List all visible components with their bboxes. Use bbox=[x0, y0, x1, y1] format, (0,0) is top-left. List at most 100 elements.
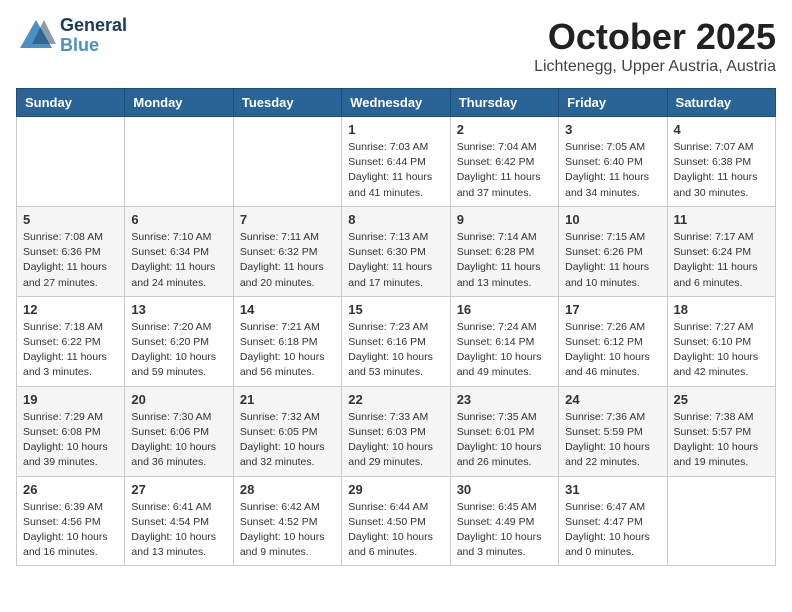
day-number: 1 bbox=[348, 122, 443, 137]
day-info: Sunrise: 7:18 AM Sunset: 6:22 PM Dayligh… bbox=[23, 320, 118, 381]
day-number: 7 bbox=[240, 212, 335, 227]
day-info: Sunrise: 7:35 AM Sunset: 6:01 PM Dayligh… bbox=[457, 410, 552, 471]
day-info: Sunrise: 7:26 AM Sunset: 6:12 PM Dayligh… bbox=[565, 320, 660, 381]
day-info: Sunrise: 7:10 AM Sunset: 6:34 PM Dayligh… bbox=[131, 230, 226, 291]
day-info: Sunrise: 6:45 AM Sunset: 4:49 PM Dayligh… bbox=[457, 500, 552, 561]
day-info: Sunrise: 7:30 AM Sunset: 6:06 PM Dayligh… bbox=[131, 410, 226, 471]
calendar-week-2: 5Sunrise: 7:08 AM Sunset: 6:36 PM Daylig… bbox=[17, 206, 776, 296]
day-info: Sunrise: 7:13 AM Sunset: 6:30 PM Dayligh… bbox=[348, 230, 443, 291]
day-info: Sunrise: 7:15 AM Sunset: 6:26 PM Dayligh… bbox=[565, 230, 660, 291]
day-info: Sunrise: 7:33 AM Sunset: 6:03 PM Dayligh… bbox=[348, 410, 443, 471]
day-number: 19 bbox=[23, 392, 118, 407]
weekday-header-thursday: Thursday bbox=[450, 89, 558, 117]
calendar-cell: 14Sunrise: 7:21 AM Sunset: 6:18 PM Dayli… bbox=[233, 296, 341, 386]
day-number: 15 bbox=[348, 302, 443, 317]
calendar-cell: 8 Sunrise: 7:13 AM Sunset: 6:30 PM Daylig… bbox=[342, 206, 450, 296]
day-info: Sunrise: 7:17 AM Sunset: 6:24 PM Dayligh… bbox=[674, 230, 769, 291]
day-number: 16 bbox=[457, 302, 552, 317]
calendar-cell: 18 Sunrise: 7:27 AM Sunset: 6:10 PM Dayli… bbox=[667, 296, 775, 386]
day-number: 17 bbox=[565, 302, 660, 317]
day-number: 23 bbox=[457, 392, 552, 407]
day-info: Sunrise: 7:24 AM Sunset: 6:14 PM Dayligh… bbox=[457, 320, 552, 381]
day-info: Sunrise: 6:44 AM Sunset: 4:50 PM Dayligh… bbox=[348, 500, 443, 561]
day-info: Sunrise: 6:42 AM Sunset: 4:52 PM Dayligh… bbox=[240, 500, 335, 561]
calendar-cell: 30 Sunrise: 6:45 AM Sunset: 4:49 PM Dayli… bbox=[450, 476, 558, 566]
calendar-cell: 6 Sunrise: 7:10 AM Sunset: 6:34 PM Daylig… bbox=[125, 206, 233, 296]
calendar-cell: 7 Sunrise: 7:11 AM Sunset: 6:32 PM Daylig… bbox=[233, 206, 341, 296]
day-info: Sunrise: 7:05 AM Sunset: 6:40 PM Dayligh… bbox=[565, 140, 660, 201]
calendar-cell: 11 Sunrise: 7:17 AM Sunset: 6:24 PM Dayli… bbox=[667, 206, 775, 296]
day-info: Sunrise: 7:14 AM Sunset: 6:28 PM Dayligh… bbox=[457, 230, 552, 291]
calendar-cell bbox=[233, 117, 341, 207]
weekday-header-wednesday: Wednesday bbox=[342, 89, 450, 117]
calendar-cell: 4 Sunrise: 7:07 AM Sunset: 6:38 PM Daylig… bbox=[667, 117, 775, 207]
day-info: Sunrise: 6:39 AM Sunset: 4:56 PM Dayligh… bbox=[23, 500, 118, 561]
day-number: 8 bbox=[348, 212, 443, 227]
calendar-cell: 25 Sunrise: 7:38 AM Sunset: 5:57 PM Dayli… bbox=[667, 386, 775, 476]
weekday-header-sunday: Sunday bbox=[17, 89, 125, 117]
day-number: 28 bbox=[240, 482, 335, 497]
calendar-cell bbox=[17, 117, 125, 207]
day-number: 4 bbox=[674, 122, 769, 137]
calendar-cell: 16 Sunrise: 7:24 AM Sunset: 6:14 PM Dayli… bbox=[450, 296, 558, 386]
day-number: 18 bbox=[674, 302, 769, 317]
day-info: Sunrise: 7:27 AM Sunset: 6:10 PM Dayligh… bbox=[674, 320, 769, 381]
calendar-cell: 15Sunrise: 7:23 AM Sunset: 6:16 PM Dayli… bbox=[342, 296, 450, 386]
calendar-week-5: 26 Sunrise: 6:39 AM Sunset: 4:56 PM Dayli… bbox=[17, 476, 776, 566]
weekday-header-tuesday: Tuesday bbox=[233, 89, 341, 117]
day-number: 30 bbox=[457, 482, 552, 497]
month-title: October 2025 bbox=[534, 16, 776, 58]
calendar-cell: 23 Sunrise: 7:35 AM Sunset: 6:01 PM Dayli… bbox=[450, 386, 558, 476]
calendar-cell: 20 Sunrise: 7:30 AM Sunset: 6:06 PM Dayli… bbox=[125, 386, 233, 476]
title-area: October 2025 Lichtenegg, Upper Austria, … bbox=[534, 16, 776, 76]
day-info: Sunrise: 7:38 AM Sunset: 5:57 PM Dayligh… bbox=[674, 410, 769, 471]
weekday-header-saturday: Saturday bbox=[667, 89, 775, 117]
calendar-week-4: 19Sunrise: 7:29 AM Sunset: 6:08 PM Dayli… bbox=[17, 386, 776, 476]
day-number: 9 bbox=[457, 212, 552, 227]
calendar-body: 1Sunrise: 7:03 AM Sunset: 6:44 PM Daylig… bbox=[17, 117, 776, 566]
calendar-cell: 21Sunrise: 7:32 AM Sunset: 6:05 PM Dayli… bbox=[233, 386, 341, 476]
calendar-cell: 31Sunrise: 6:47 AM Sunset: 4:47 PM Dayli… bbox=[559, 476, 667, 566]
day-number: 20 bbox=[131, 392, 226, 407]
day-info: Sunrise: 7:36 AM Sunset: 5:59 PM Dayligh… bbox=[565, 410, 660, 471]
day-number: 31 bbox=[565, 482, 660, 497]
location-title: Lichtenegg, Upper Austria, Austria bbox=[534, 58, 776, 76]
day-number: 25 bbox=[674, 392, 769, 407]
day-number: 3 bbox=[565, 122, 660, 137]
calendar-cell bbox=[125, 117, 233, 207]
page-header: General Blue October 2025 Lichtenegg, Up… bbox=[16, 16, 776, 76]
day-number: 22 bbox=[348, 392, 443, 407]
calendar-week-3: 12Sunrise: 7:18 AM Sunset: 6:22 PM Dayli… bbox=[17, 296, 776, 386]
day-info: Sunrise: 7:11 AM Sunset: 6:32 PM Dayligh… bbox=[240, 230, 335, 291]
calendar-cell: 2Sunrise: 7:04 AM Sunset: 6:42 PM Daylig… bbox=[450, 117, 558, 207]
day-number: 14 bbox=[240, 302, 335, 317]
calendar-cell: 19Sunrise: 7:29 AM Sunset: 6:08 PM Dayli… bbox=[17, 386, 125, 476]
day-info: Sunrise: 7:07 AM Sunset: 6:38 PM Dayligh… bbox=[674, 140, 769, 201]
day-number: 29 bbox=[348, 482, 443, 497]
calendar-header-row: SundayMondayTuesdayWednesdayThursdayFrid… bbox=[17, 89, 776, 117]
logo-blue: Blue bbox=[60, 36, 127, 56]
day-number: 6 bbox=[131, 212, 226, 227]
calendar-cell: 13Sunrise: 7:20 AM Sunset: 6:20 PM Dayli… bbox=[125, 296, 233, 386]
logo: General Blue bbox=[16, 16, 127, 56]
calendar-cell: 10 Sunrise: 7:15 AM Sunset: 6:26 PM Dayli… bbox=[559, 206, 667, 296]
day-number: 24 bbox=[565, 392, 660, 407]
day-info: Sunrise: 7:04 AM Sunset: 6:42 PM Dayligh… bbox=[457, 140, 552, 201]
weekday-header-friday: Friday bbox=[559, 89, 667, 117]
calendar-cell bbox=[667, 476, 775, 566]
calendar-cell: 26 Sunrise: 6:39 AM Sunset: 4:56 PM Dayli… bbox=[17, 476, 125, 566]
day-number: 11 bbox=[674, 212, 769, 227]
calendar-cell: 24 Sunrise: 7:36 AM Sunset: 5:59 PM Dayli… bbox=[559, 386, 667, 476]
logo-text: General Blue bbox=[60, 16, 127, 56]
calendar-cell: 27 Sunrise: 6:41 AM Sunset: 4:54 PM Dayli… bbox=[125, 476, 233, 566]
day-number: 10 bbox=[565, 212, 660, 227]
calendar-cell: 1Sunrise: 7:03 AM Sunset: 6:44 PM Daylig… bbox=[342, 117, 450, 207]
day-info: Sunrise: 7:08 AM Sunset: 6:36 PM Dayligh… bbox=[23, 230, 118, 291]
calendar-cell: 29 Sunrise: 6:44 AM Sunset: 4:50 PM Dayli… bbox=[342, 476, 450, 566]
calendar-cell: 9 Sunrise: 7:14 AM Sunset: 6:28 PM Daylig… bbox=[450, 206, 558, 296]
day-info: Sunrise: 6:41 AM Sunset: 4:54 PM Dayligh… bbox=[131, 500, 226, 561]
logo-general: General bbox=[60, 16, 127, 36]
day-number: 27 bbox=[131, 482, 226, 497]
day-info: Sunrise: 7:20 AM Sunset: 6:20 PM Dayligh… bbox=[131, 320, 226, 381]
day-number: 26 bbox=[23, 482, 118, 497]
